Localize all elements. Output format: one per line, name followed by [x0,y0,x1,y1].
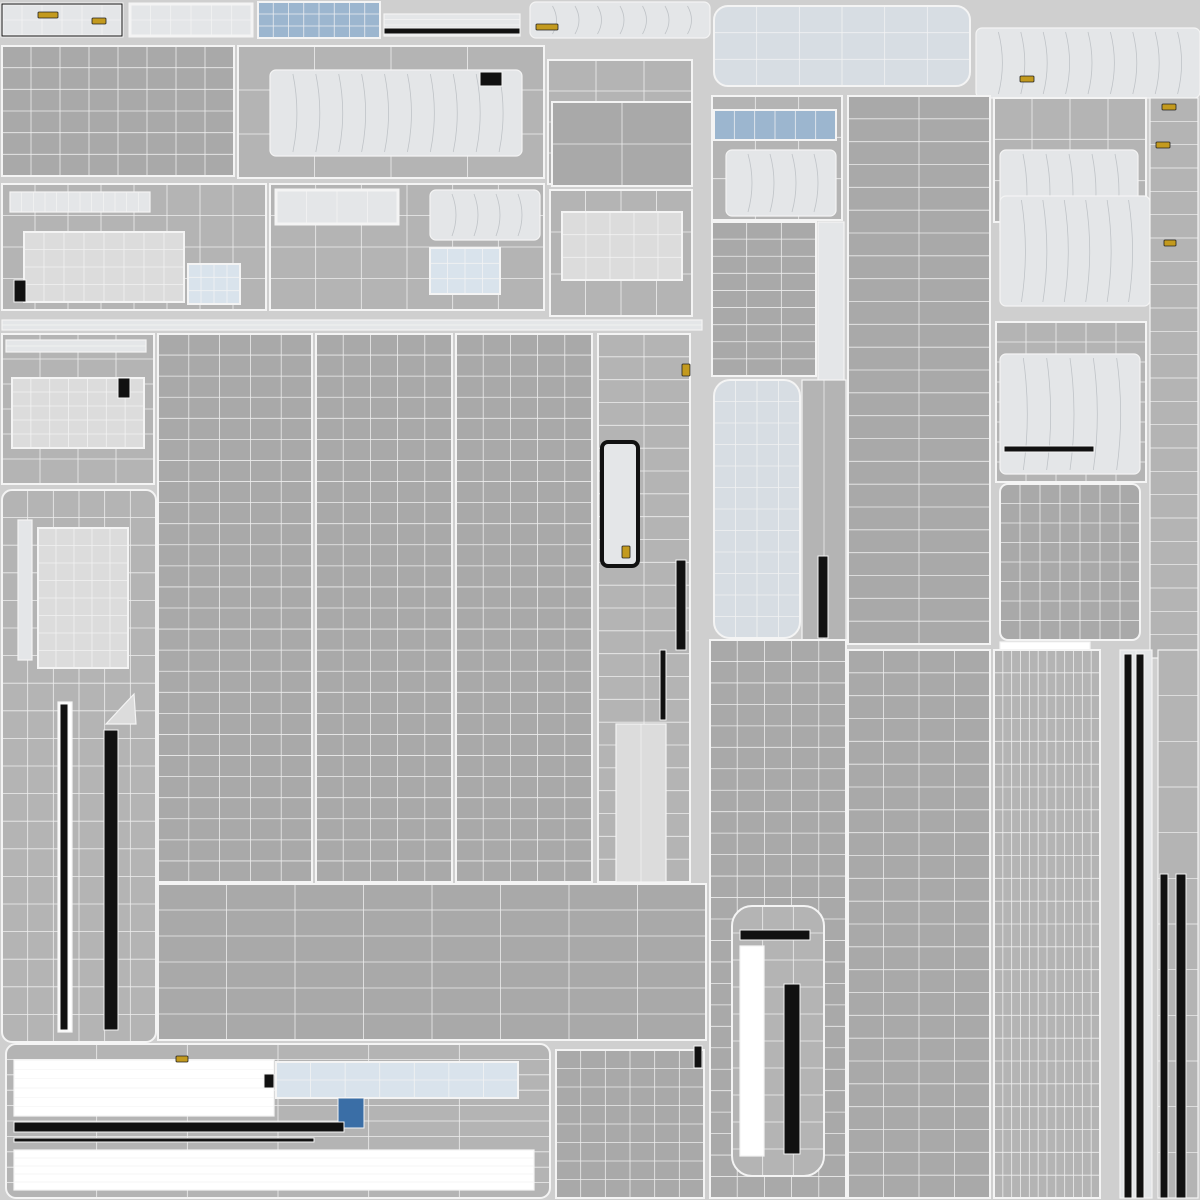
upper-small-grid [551,101,693,187]
left-mech-blue-grid [187,263,241,305]
mid-right-inner [561,211,683,281]
uv-atlas-canvas [0,0,1200,1200]
rc-cap-bar [739,929,811,941]
horizontal-divider-strip [1,319,703,331]
fr-bottom-rod-2 [1175,873,1187,1199]
fr-upper-detail-2-frame [999,195,1151,307]
left-small-dark [117,377,131,399]
accent-part-1 [37,11,59,19]
accent-part-4 [1019,75,1035,83]
rc-grid-panel [711,221,817,377]
left-long-dark-1 [59,703,69,1031]
bottom-left-strip-2 [13,1149,535,1191]
left-long-inner [37,527,129,669]
centre-grid-panel-2 [315,333,453,883]
accent-part-2 [91,17,107,25]
rc-cap-strip-frame [739,945,765,1157]
mid-mech-blue [429,247,501,295]
mid-mech-detail [429,189,541,241]
top-right-glass-window [713,5,971,87]
accent-part-10 [1161,103,1177,111]
rc-glass-cab [713,379,801,639]
rc-tall-panel [847,95,991,645]
rc-cap-strip [739,945,765,1157]
fr-tall-strips [993,649,1101,1199]
accent-part-7 [175,1055,189,1063]
bottom-left-strip-2-frame [13,1149,535,1191]
mid-mech-detail-frame [429,189,541,241]
top-detail-row-frame [529,1,711,39]
rc-dark-rod [817,555,829,639]
accent-part-11 [1163,239,1177,247]
fr-thin-strip-frame [999,641,1091,651]
narrow-column-dark-frame [600,440,640,568]
top-detail-row [529,1,711,39]
top-detail-panel-2 [128,2,254,38]
centre-grid-panel-3 [455,333,593,883]
fr-mid-dark-bar [1003,445,1095,453]
accent-part-9 [1155,141,1171,149]
fr-mid-detail [999,353,1141,475]
bottom-left-long-bar-2 [13,1137,315,1143]
rc-glass-strip [713,109,837,141]
top-dark-bar-1 [383,27,521,35]
bottom-left-dark-small [263,1073,275,1089]
fr-upper-detail-2 [999,195,1151,307]
bottom-centre-dark-tab [693,1045,703,1069]
bottom-centre-panel [555,1049,705,1199]
upper-cab-dark-part [479,71,503,87]
rc-cap-rod [783,983,801,1155]
left-long-strip-2 [17,519,33,661]
fr-thin-strip [999,641,1091,651]
top-glass-panel [257,1,381,39]
fr-rod-dark-2 [1135,653,1145,1199]
bottom-left-long-bar-1 [13,1121,345,1133]
left-mech-grid [23,231,185,303]
centre-bottom-panel [157,883,707,1041]
rc-upper-detail-frame [725,149,837,217]
mid-right-inner-frame [561,211,683,281]
mid-mech-framed [274,188,400,226]
left-mech-dark-1 [13,279,27,303]
narrow-dark-strip-1 [675,559,687,651]
upper-left-grid-panel [1,45,235,177]
left-small-strip [5,339,147,353]
fr-mid-detail-frame [999,353,1141,475]
fr-bottom-rod-1 [1159,873,1169,1199]
centre-grid-panel-1 [157,333,313,883]
top-right-detail-frame [975,27,1200,99]
left-long-strip-2-frame [17,519,33,661]
fr-rod-dark-1 [1123,653,1133,1199]
narrow-lower-strip [615,723,667,883]
rc-upper-detail [725,149,837,217]
bottom-left-glass [275,1061,519,1099]
bottom-left-strip-1 [13,1059,275,1117]
left-mech-strip [9,191,151,213]
accent-part-5 [621,545,631,559]
fr-grid-panel [999,483,1141,641]
accent-part-3 [535,23,559,31]
rc-lower-tall-panel [847,649,991,1199]
rc-grid-panel-frame [711,221,817,377]
narrow-dark-strip-2 [659,649,667,721]
accent-part-6 [681,363,691,377]
left-long-dark-2 [103,729,119,1031]
top-right-detail [975,27,1200,99]
fr-side-strip-1 [1149,97,1199,659]
